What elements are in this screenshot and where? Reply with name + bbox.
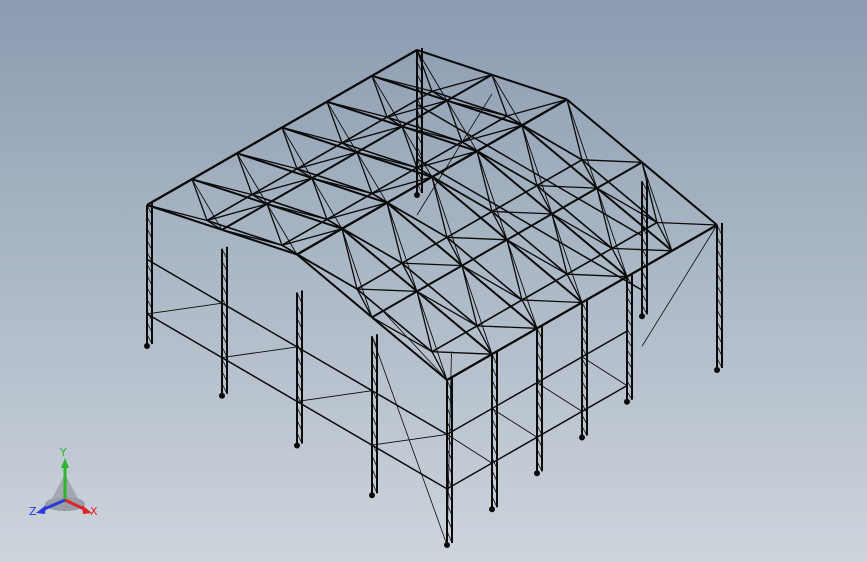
y-axis-arrowhead <box>61 458 69 468</box>
truss-model[interactable] <box>0 0 867 562</box>
graphics-viewport[interactable]: Y X Z <box>0 0 867 562</box>
z-axis-arrowhead <box>36 505 46 514</box>
y-axis-label: Y <box>59 446 67 459</box>
x-axis-label: X <box>90 505 98 518</box>
z-axis-label: Z <box>29 505 37 518</box>
axis-triad: Y X Z <box>29 446 98 518</box>
